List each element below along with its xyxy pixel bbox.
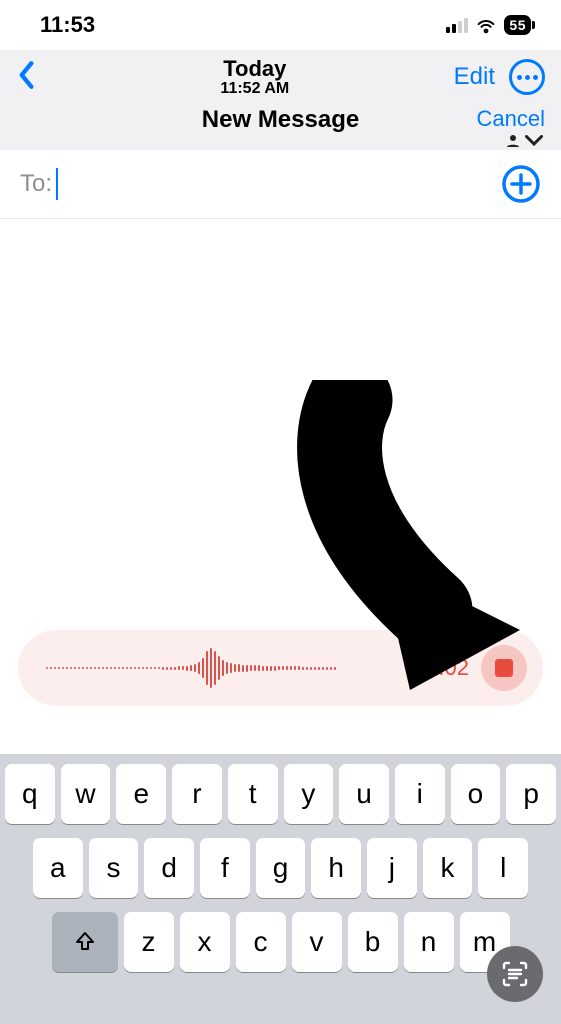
nav-title: Today [56,56,454,82]
more-button[interactable] [509,59,545,95]
nav-header: Today 11:52 AM Edit New Message Cancel [0,50,561,150]
key-q[interactable]: q [5,764,55,824]
add-contact-button[interactable] [501,164,541,204]
key-w[interactable]: w [61,764,111,824]
recording-time: 0:02 [426,655,469,681]
plus-circle-icon [501,164,541,204]
key-x[interactable]: x [180,912,230,972]
nav-title-group: Today 11:52 AM [56,56,454,98]
key-b[interactable]: b [348,912,398,972]
key-g[interactable]: g [256,838,306,898]
key-u[interactable]: u [339,764,389,824]
recording-pill: 0:02 [18,630,543,706]
key-t[interactable]: t [228,764,278,824]
audio-recording-area: 0:02 [18,630,543,706]
edit-button[interactable]: Edit [454,63,495,91]
to-field-row[interactable]: To: [0,150,561,219]
shift-icon [73,930,97,954]
cellular-signal-icon [446,17,468,33]
back-button[interactable] [16,60,56,95]
key-v[interactable]: v [292,912,342,972]
shift-key[interactable] [52,912,118,972]
key-f[interactable]: f [200,838,250,898]
key-y[interactable]: y [284,764,334,824]
key-k[interactable]: k [423,838,473,898]
wifi-icon [475,14,497,36]
key-r[interactable]: r [172,764,222,824]
scan-text-button[interactable] [487,946,543,1002]
key-l[interactable]: l [478,838,528,898]
battery-indicator: 55 [504,15,531,35]
to-input[interactable] [58,169,501,199]
status-time: 11:53 [40,12,95,38]
chevron-down-icon [525,135,543,147]
key-z[interactable]: z [124,912,174,972]
key-j[interactable]: j [367,838,417,898]
person-icon [504,132,522,150]
stop-icon [495,659,513,677]
key-c[interactable]: c [236,912,286,972]
key-a[interactable]: a [33,838,83,898]
key-o[interactable]: o [451,764,501,824]
key-n[interactable]: n [404,912,454,972]
nav-subtitle: 11:52 AM [56,80,454,98]
status-indicators: 55 [446,14,531,36]
waveform-icon [46,648,414,688]
status-bar: 11:53 55 [0,0,561,50]
contact-picker-toggle[interactable] [504,132,543,150]
keyboard: qwertyuiop asdfghjkl zxcvbnm [0,754,561,1024]
cancel-button[interactable]: Cancel [477,106,545,132]
key-h[interactable]: h [311,838,361,898]
key-d[interactable]: d [144,838,194,898]
ellipsis-icon [517,75,538,80]
compose-title: New Message [16,106,545,134]
key-e[interactable]: e [116,764,166,824]
key-s[interactable]: s [89,838,139,898]
key-p[interactable]: p [506,764,556,824]
to-label: To: [20,170,52,198]
key-i[interactable]: i [395,764,445,824]
stop-recording-button[interactable] [481,645,527,691]
scan-text-icon [500,959,530,989]
